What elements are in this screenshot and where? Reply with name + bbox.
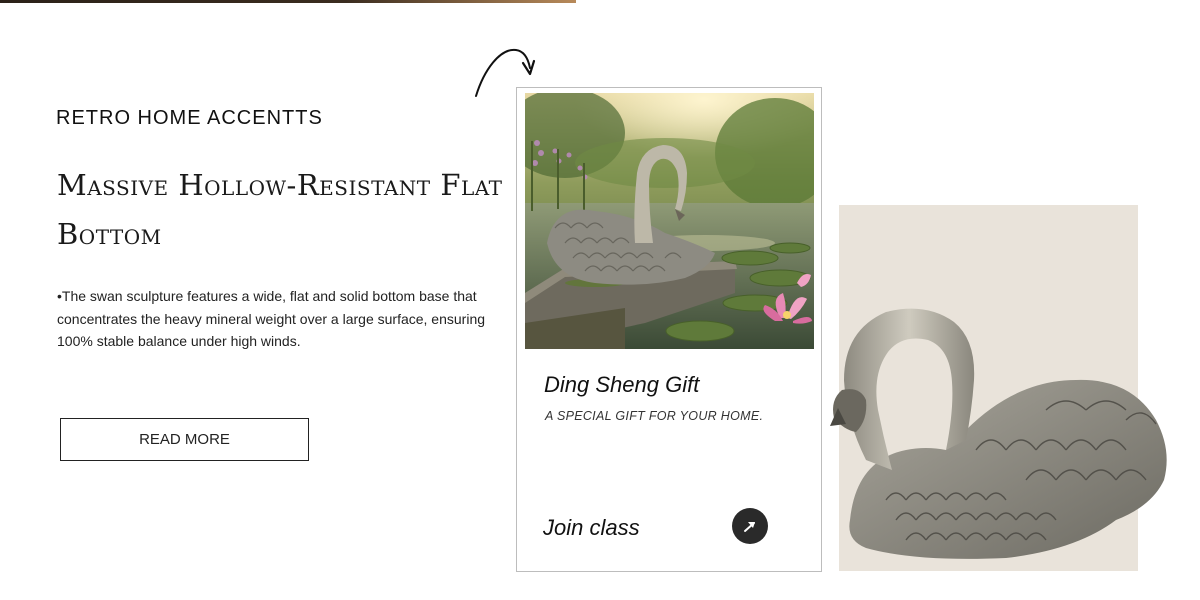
section-eyebrow: RETRO HOME ACCENTTS <box>56 107 323 129</box>
read-more-button[interactable]: READ MORE <box>60 418 309 461</box>
join-class-link[interactable]: Join class <box>543 515 640 541</box>
product-card[interactable]: Ding Sheng Gift A SPECIAL GIFT FOR YOUR … <box>516 87 822 572</box>
page-title: Massive Hollow-Resistant Flat Bottom <box>57 168 503 251</box>
card-title: Ding Sheng Gift <box>544 372 700 397</box>
swan-sculpture-image <box>830 308 1167 559</box>
swan-pond-photo <box>525 93 814 349</box>
card-subtitle: A SPECIAL GIFT FOR YOUR HOME. <box>545 409 764 423</box>
arrow-up-right-icon[interactable] <box>732 508 768 544</box>
top-decorative-bar <box>0 0 576 3</box>
product-description: •The swan sculpture features a wide, fla… <box>57 288 486 349</box>
